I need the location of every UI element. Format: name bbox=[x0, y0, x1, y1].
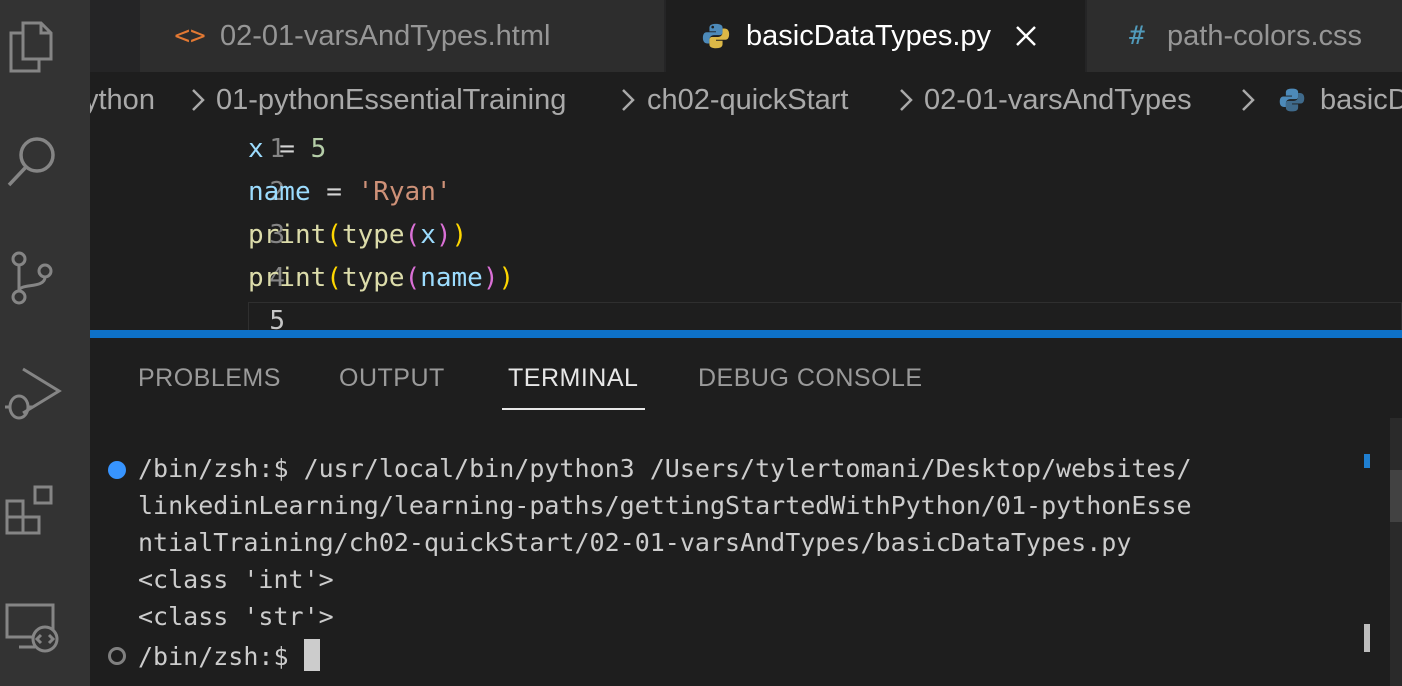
code-token: ) bbox=[451, 220, 468, 250]
terminal-scrollbar-thumb[interactable] bbox=[1390, 470, 1402, 522]
command-pending-dot-icon[interactable] bbox=[108, 647, 126, 665]
terminal-line: linkedinLearning/learning-paths/gettingS… bbox=[138, 491, 1192, 520]
code-token: ) bbox=[498, 263, 515, 293]
breadcrumb-item[interactable]: 01-pythonEssentialTraining bbox=[216, 84, 566, 117]
chevron-right-icon bbox=[900, 89, 913, 111]
code-line[interactable]: x = 5 bbox=[248, 134, 326, 164]
active-tab-indicator bbox=[502, 408, 645, 410]
scrollbar-marker bbox=[1364, 454, 1370, 468]
code-token: print bbox=[248, 263, 327, 293]
terminal-scrollbar[interactable] bbox=[1390, 418, 1402, 686]
terminal-line: <class 'int'> bbox=[138, 565, 334, 594]
code-token: = bbox=[310, 177, 358, 207]
run-debug-icon[interactable] bbox=[0, 360, 64, 424]
tab-css-file[interactable]: # path-colors.css bbox=[1087, 0, 1402, 72]
code-token: ) bbox=[435, 220, 452, 250]
code-token: = bbox=[263, 134, 311, 164]
command-success-dot-icon[interactable] bbox=[108, 461, 126, 479]
breadcrumb-item[interactable]: ch02-quickStart bbox=[647, 84, 849, 117]
code-token: ( bbox=[404, 220, 421, 250]
code-token: name bbox=[248, 177, 311, 207]
terminal-prompt-line[interactable]: /bin/zsh:$ bbox=[138, 639, 320, 671]
code-line[interactable]: print(type(x)) bbox=[248, 220, 467, 250]
html-file-icon: <> bbox=[174, 21, 206, 51]
breadcrumb-item[interactable]: 02-01-varsAndTypes bbox=[924, 84, 1192, 117]
code-line[interactable]: name = 'Ryan' bbox=[248, 177, 452, 207]
tab-label: basicDataTypes.py bbox=[746, 19, 992, 52]
terminal-line: /bin/zsh:$ /usr/local/bin/python3 /Users… bbox=[138, 454, 1192, 483]
explorer-icon[interactable] bbox=[0, 14, 64, 78]
scrollbar-marker bbox=[1364, 624, 1370, 652]
code-token: name bbox=[420, 263, 483, 293]
terminal-line: ntialTraining/ch02-quickStart/02-01-vars… bbox=[138, 528, 1132, 557]
chevron-right-icon bbox=[622, 89, 635, 111]
breadcrumb-item[interactable]: ython bbox=[90, 84, 155, 117]
close-icon[interactable] bbox=[1013, 23, 1039, 49]
code-token: ( bbox=[326, 263, 342, 293]
tab-terminal[interactable]: TERMINAL bbox=[508, 364, 638, 393]
code-token: type bbox=[341, 220, 405, 250]
tab-label: 02-01-varsAndTypes.html bbox=[220, 19, 551, 52]
panel-resize-sash[interactable] bbox=[90, 330, 1402, 338]
code-token: 'Ryan' bbox=[357, 177, 452, 207]
terminal-cursor bbox=[303, 639, 320, 671]
chevron-right-icon bbox=[192, 89, 205, 111]
tab-debug-console[interactable]: DEBUG CONSOLE bbox=[698, 364, 923, 393]
python-icon bbox=[700, 20, 732, 52]
source-control-icon[interactable] bbox=[0, 246, 64, 310]
code-token: print bbox=[248, 220, 327, 250]
code-token: ( bbox=[404, 263, 421, 293]
tab-html-file[interactable]: <> 02-01-varsAndTypes.html bbox=[140, 0, 665, 72]
css-file-icon: # bbox=[1129, 21, 1145, 51]
search-icon[interactable] bbox=[0, 128, 64, 192]
bottom-panel: PROBLEMS OUTPUT TERMINAL DEBUG CONSOLE /… bbox=[90, 338, 1402, 686]
code-token: ( bbox=[326, 220, 342, 250]
code-line[interactable]: print(type(name)) bbox=[248, 263, 514, 293]
python-icon bbox=[1278, 86, 1306, 122]
tab-label: path-colors.css bbox=[1167, 19, 1363, 52]
activity-bar bbox=[0, 0, 90, 686]
extensions-icon[interactable] bbox=[0, 478, 64, 542]
breadcrumb: ython 01-pythonEssentialTraining ch02-qu… bbox=[90, 72, 1402, 130]
chevron-right-icon bbox=[1242, 89, 1255, 111]
code-token: type bbox=[341, 263, 405, 293]
code-token: 5 bbox=[310, 134, 327, 164]
editor-tab-bar: <> 02-01-varsAndTypes.html basicDataType… bbox=[90, 0, 1402, 72]
breadcrumb-item[interactable]: basicD bbox=[1320, 84, 1402, 117]
code-editor[interactable]: 1 2 3 4 5 x = 5 name = 'Ryan' print(type… bbox=[90, 130, 1402, 330]
terminal-prompt: /bin/zsh:$ bbox=[138, 642, 304, 671]
current-line-highlight bbox=[248, 302, 1402, 330]
terminal-line: <class 'str'> bbox=[138, 602, 334, 631]
tab-python-file[interactable]: basicDataTypes.py bbox=[666, 0, 1086, 72]
code-token: ) bbox=[482, 263, 499, 293]
code-token: x bbox=[420, 220, 436, 250]
remote-explorer-icon[interactable] bbox=[0, 596, 64, 660]
tab-output[interactable]: OUTPUT bbox=[339, 364, 445, 393]
code-token: x bbox=[248, 134, 264, 164]
tab-problems[interactable]: PROBLEMS bbox=[138, 364, 281, 393]
